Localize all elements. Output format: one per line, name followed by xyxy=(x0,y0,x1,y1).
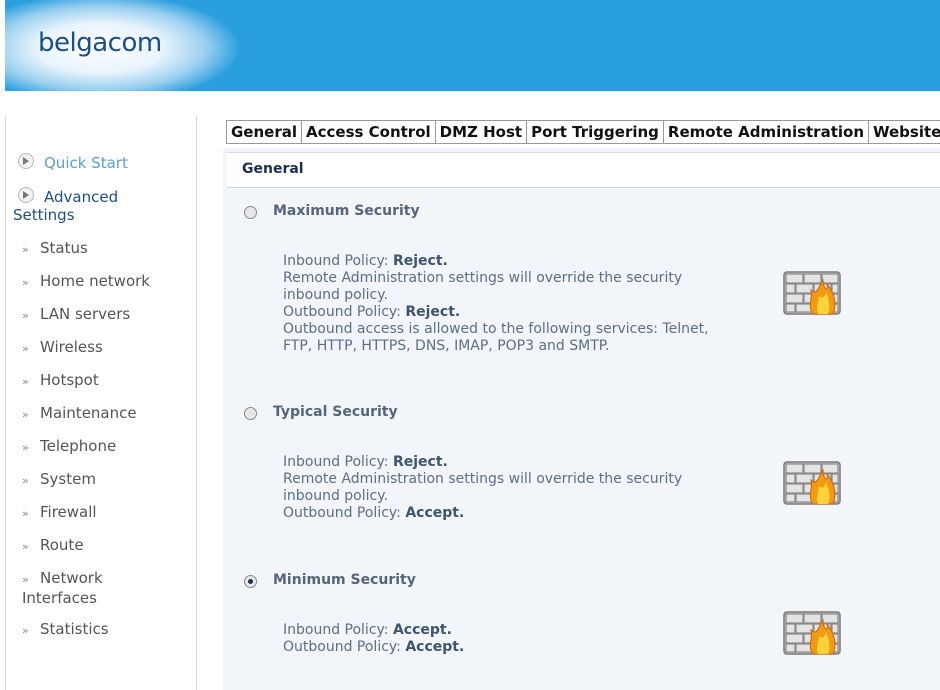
sidebar-item-system[interactable]: » System xyxy=(22,470,96,490)
minimum-security-title[interactable]: Minimum Security xyxy=(273,572,416,588)
tab-bar: General Access Control DMZ Host Port Trigge… xyxy=(226,120,940,144)
firewall-icon xyxy=(783,270,841,316)
sidebar-item-telephone[interactable]: » Telephone xyxy=(22,437,116,457)
sidebar-item-label: Wireless xyxy=(40,338,103,356)
firewall-icon xyxy=(783,460,841,506)
policy-line: Remote Administration settings will over… xyxy=(283,270,683,303)
arrow-circle-icon xyxy=(18,187,34,203)
policy-line: Inbound Policy: Reject. xyxy=(283,454,448,470)
sidebar-item-label: LAN servers xyxy=(40,305,131,323)
typical-security-description: Inbound Policy: Reject. Remote Administra… xyxy=(283,454,733,522)
double-arrow-icon: » xyxy=(22,507,29,520)
sidebar-item-label: Route xyxy=(40,536,84,554)
section-title: General xyxy=(242,161,304,177)
minimum-security-radio[interactable] xyxy=(244,575,257,588)
sidebar-item-label: Home network xyxy=(40,272,150,290)
double-arrow-icon: » xyxy=(22,408,29,421)
firewall-icon xyxy=(783,610,841,656)
policy-line: Inbound Policy: Reject. xyxy=(283,253,448,269)
belgacom-logo[interactable]: belgacom xyxy=(38,28,162,58)
sidebar-item-wireless[interactable]: » Wireless xyxy=(22,338,103,358)
double-arrow-icon: » xyxy=(22,309,29,322)
sidebar-quick-start-label: Quick Start xyxy=(44,154,128,172)
double-arrow-icon: » xyxy=(22,573,29,586)
sidebar-item-lan-servers[interactable]: » LAN servers xyxy=(22,305,130,325)
sidebar-item-statistics[interactable]: » Statistics xyxy=(22,620,109,640)
content-panel: General Maximum Security Inbound Policy: … xyxy=(223,148,940,690)
section-header: General xyxy=(227,152,940,188)
tab-access-control[interactable]: Access Control xyxy=(302,121,436,143)
sidebar-advanced-settings[interactable]: Advanced Settings xyxy=(13,187,183,224)
tab-general[interactable]: General xyxy=(227,121,302,143)
sidebar-item-maintenance[interactable]: » Maintenance xyxy=(22,404,137,424)
policy-line: Outbound access is allowed to the follow… xyxy=(283,321,709,354)
policy-line: Inbound Policy: Accept. xyxy=(283,622,452,638)
double-arrow-icon: » xyxy=(22,342,29,355)
maximum-security-description: Inbound Policy: Reject. Remote Administra… xyxy=(283,253,733,355)
typical-security-radio[interactable] xyxy=(244,407,257,420)
policy-line: Outbound Policy: Accept. xyxy=(283,639,465,655)
sidebar-item-home-network[interactable]: » Home network xyxy=(22,272,150,292)
sidebar-item-hotspot[interactable]: » Hotspot xyxy=(22,371,99,391)
tab-port-triggering[interactable]: Port Triggering xyxy=(527,121,664,143)
policy-line: Outbound Policy: Accept. xyxy=(283,505,465,521)
header-banner: belgacom xyxy=(5,0,940,91)
tab-remote-administration[interactable]: Remote Administration xyxy=(663,121,869,143)
sidebar-item-label: Hotspot xyxy=(40,371,99,389)
sidebar-item-label: Maintenance xyxy=(40,404,137,422)
sidebar-item-status[interactable]: » Status xyxy=(22,239,88,259)
double-arrow-icon: » xyxy=(22,474,29,487)
sidebar-item-label: Status xyxy=(40,239,88,257)
double-arrow-icon: » xyxy=(22,540,29,553)
sidebar-quick-start[interactable]: Quick Start xyxy=(18,153,128,172)
sidebar-item-route[interactable]: » Route xyxy=(22,536,84,556)
maximum-security-radio[interactable] xyxy=(244,206,257,219)
sidebar-item-label: Firewall xyxy=(40,503,97,521)
double-arrow-icon: » xyxy=(22,441,29,454)
double-arrow-icon: » xyxy=(22,375,29,388)
arrow-circle-icon xyxy=(18,153,34,169)
double-arrow-icon: » xyxy=(22,276,29,289)
sidebar-item-firewall[interactable]: » Firewall xyxy=(22,503,97,523)
sidebar-item-label: Statistics xyxy=(40,620,109,638)
double-arrow-icon: » xyxy=(22,243,29,256)
sidebar-item-label: System xyxy=(40,470,96,488)
tab-website[interactable]: Website xyxy=(869,121,940,143)
minimum-security-description: Inbound Policy: Accept. Outbound Policy: … xyxy=(283,622,733,656)
typical-security-title[interactable]: Typical Security xyxy=(273,404,398,420)
double-arrow-icon: » xyxy=(22,624,29,637)
sidebar-item-network-interfaces[interactable]: » Network Interfaces xyxy=(22,569,142,607)
tab-dmz-host[interactable]: DMZ Host xyxy=(435,121,528,143)
policy-line: Outbound Policy: Reject. xyxy=(283,304,461,320)
maximum-security-title[interactable]: Maximum Security xyxy=(273,203,420,219)
sidebar-item-label: Telephone xyxy=(40,437,117,455)
policy-line: Remote Administration settings will over… xyxy=(283,471,683,504)
sidebar: Quick Start Advanced Settings » Status » Ho… xyxy=(5,116,197,690)
